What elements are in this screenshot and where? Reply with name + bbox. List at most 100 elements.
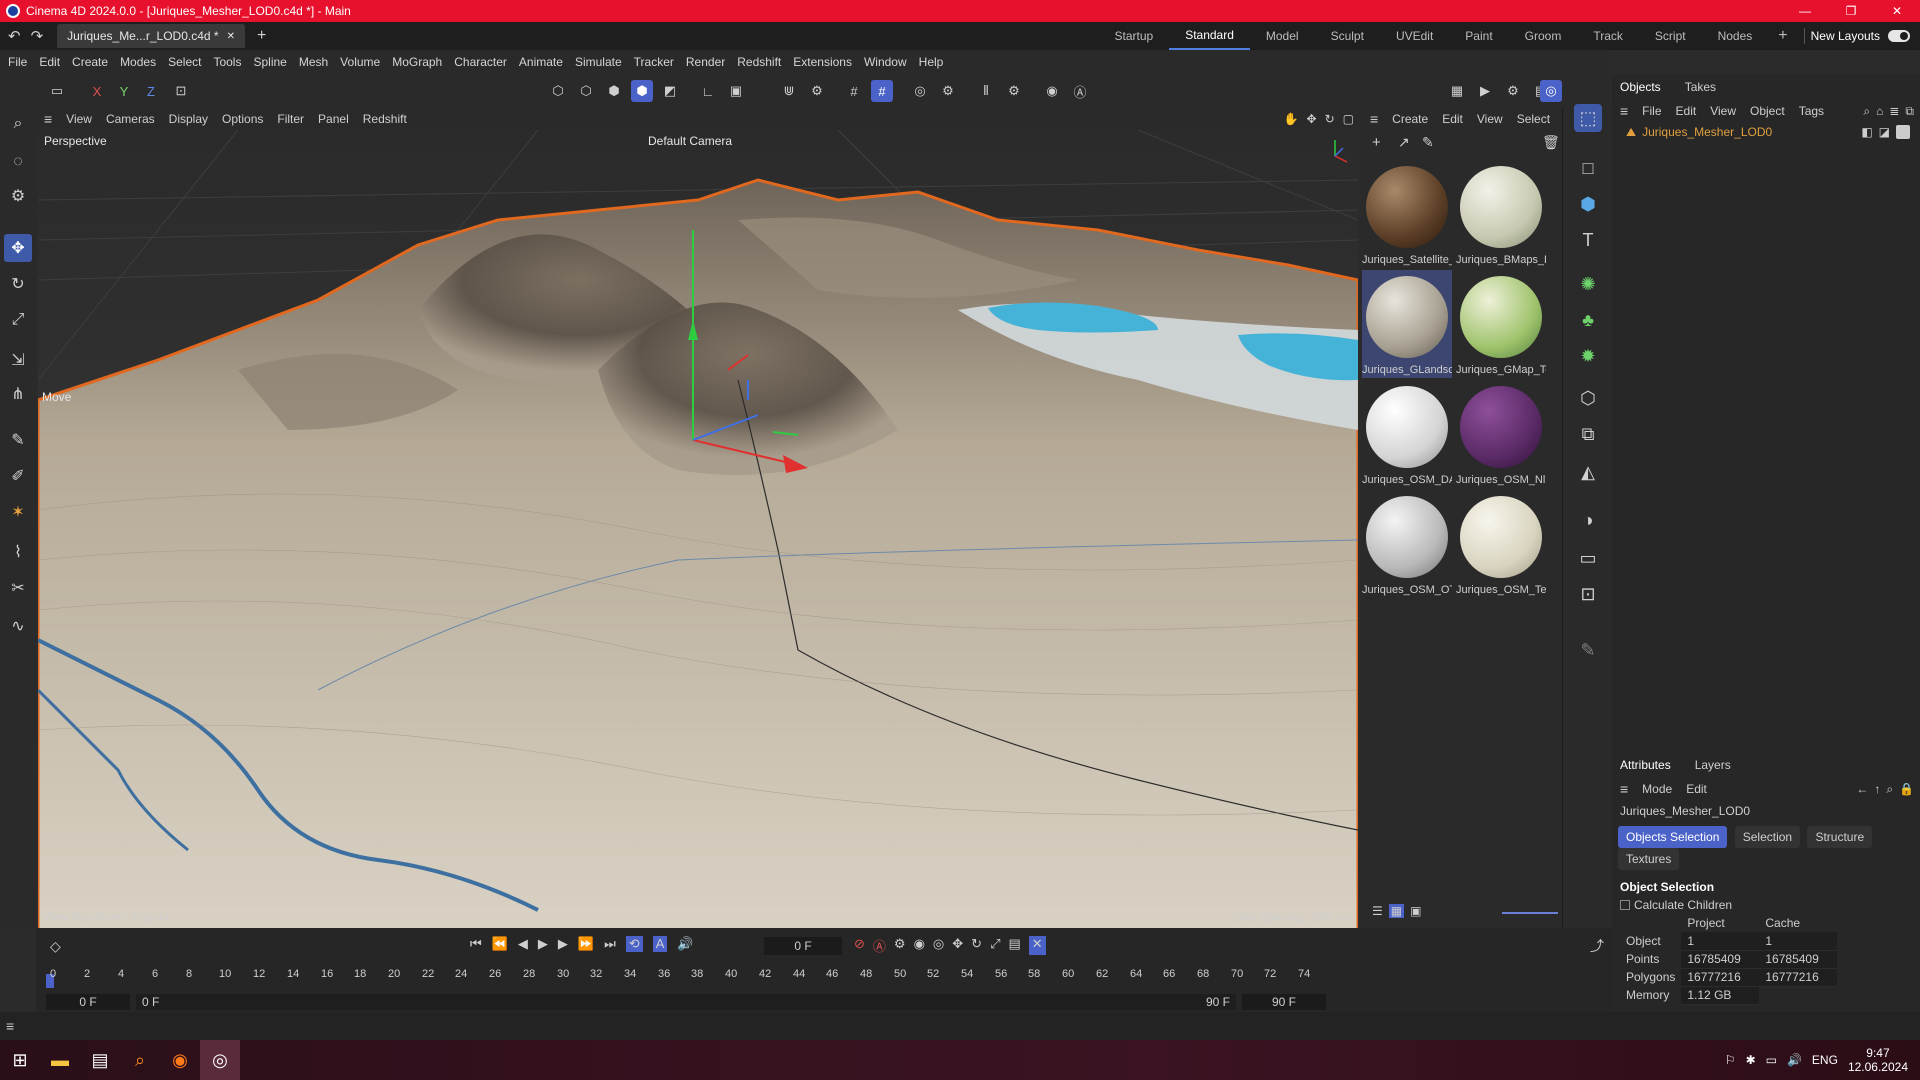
object-menu-view[interactable]: View [1710, 104, 1736, 118]
render-to-picture-viewer-icon[interactable]: ▶ [1474, 80, 1496, 102]
scene-icon[interactable]: ⧉ [1574, 420, 1602, 448]
windows-start-icon[interactable]: ⊞ [0, 1040, 40, 1080]
bluetooth-icon[interactable]: ✱ [1746, 1053, 1756, 1067]
layout-tab-standard[interactable]: Standard [1169, 22, 1250, 50]
go-to-end-icon[interactable]: ⏭ [604, 936, 616, 952]
menu-render[interactable]: Render [686, 55, 725, 69]
phong-tag-icon[interactable]: ◧ [1861, 125, 1872, 139]
video-camera-icon[interactable]: ▭ [1574, 544, 1602, 572]
play-icon[interactable]: ▶ [538, 936, 548, 952]
material-menu-edit[interactable]: Edit [1442, 112, 1463, 126]
menu-volume[interactable]: Volume [340, 55, 380, 69]
list-view-icon[interactable]: ☰ [1372, 904, 1383, 918]
menu-spline[interactable]: Spline [253, 55, 286, 69]
modeling-settings-icon[interactable]: ⚙ [937, 80, 959, 102]
new-layouts-toggle[interactable] [1888, 30, 1910, 42]
move-tool-icon[interactable]: ✥ [4, 234, 32, 262]
menu-mograph[interactable]: MoGraph [392, 55, 442, 69]
material-panel-menu-icon[interactable]: ≡ [1370, 111, 1378, 127]
file-explorer-icon[interactable]: ▬ [40, 1040, 80, 1080]
menu-help[interactable]: Help [919, 55, 944, 69]
mograph-cloner-icon[interactable]: ♣ [1574, 306, 1602, 334]
layout-tab-uvedit[interactable]: UVEdit [1380, 22, 1449, 50]
points-mode-icon[interactable]: ⬡ [547, 80, 569, 102]
model-mode-icon[interactable]: ▭ [46, 80, 68, 102]
minimize-button[interactable]: — [1782, 4, 1828, 18]
keyframe-settings-icon[interactable]: ⚙ [894, 936, 906, 955]
layout-tab-sculpt[interactable]: Sculpt [1315, 22, 1380, 50]
search-icon[interactable]: ⌕ [120, 1040, 160, 1080]
brush-tool-icon[interactable]: ⌇ [4, 538, 32, 566]
material-swatch[interactable]: Juriques_GMap_Te [1456, 270, 1546, 378]
thumbnail-size-slider[interactable] [1502, 912, 1558, 914]
material-menu-select[interactable]: Select [1517, 112, 1550, 126]
texture-mode-icon[interactable]: ▣ [725, 80, 747, 102]
point-level-anim-icon[interactable]: ✕ [1028, 936, 1046, 955]
rotation-key-icon[interactable]: ↻ [971, 936, 982, 955]
back-arrow-icon[interactable]: ← [1856, 782, 1868, 797]
add-material-icon[interactable]: + [1372, 134, 1381, 151]
viewport-panel-menu-icon[interactable]: ≡ [44, 111, 52, 127]
layout-tab-groom[interactable]: Groom [1509, 22, 1578, 50]
snap-settings-icon[interactable]: ⚙ [806, 80, 828, 102]
timeline-ruler[interactable]: 0 2 4 6 8 10 12 14 16 18 20 22 24 26 28 … [46, 966, 1336, 990]
menu-create[interactable]: Create [72, 55, 108, 69]
lock-x-axis-button[interactable]: X [86, 80, 108, 102]
cinema4d-taskbar-icon[interactable]: ◎ [200, 1040, 240, 1080]
object-menu-object[interactable]: Object [1750, 104, 1785, 118]
viewport-menu-cameras[interactable]: Cameras [106, 112, 155, 126]
menu-modes[interactable]: Modes [120, 55, 156, 69]
record-active-icon[interactable]: ⊘ [854, 936, 865, 955]
close-button[interactable]: ✕ [1874, 4, 1920, 18]
snap-magnet-icon[interactable]: ⋓ [778, 80, 800, 102]
object-menu-edit[interactable]: Edit [1676, 104, 1697, 118]
object-mode-icon[interactable]: ⬢ [631, 80, 653, 102]
material-tag-icon[interactable] [1896, 125, 1910, 139]
material-swatch[interactable]: Juriques_OSM_DA [1362, 380, 1452, 488]
menu-redshift[interactable]: Redshift [737, 55, 781, 69]
undo-icon[interactable]: ↶ [8, 27, 21, 45]
viewport-menu-view[interactable]: View [66, 112, 92, 126]
next-frame-icon[interactable]: ▶ [558, 936, 568, 952]
cube-primitive-icon[interactable]: □ [1574, 154, 1602, 182]
symmetry-icon[interactable]: ⫴ [975, 80, 997, 102]
document-tab[interactable]: Juriques_Me...r_LOD0.c4d * ✕ [57, 24, 245, 48]
light-icon[interactable]: ◑ [1574, 506, 1602, 534]
subtab-structure[interactable]: Structure [1807, 826, 1873, 848]
spline-smooth-icon[interactable]: ✶ [4, 498, 32, 526]
add-layout-button[interactable]: + [1768, 22, 1797, 50]
quantize-grid-icon[interactable]: # [871, 80, 893, 102]
tab-objects[interactable]: Objects [1620, 80, 1661, 94]
dolly-view-icon[interactable]: ✥ [1307, 112, 1317, 126]
start-frame-field[interactable]: 0 F [46, 994, 130, 1010]
search-icon[interactable]: ⌕ [1886, 782, 1893, 797]
menu-file[interactable]: File [8, 55, 27, 69]
lock-icon[interactable]: 🔒 [1899, 782, 1914, 797]
attribute-menu-edit[interactable]: Edit [1686, 782, 1707, 796]
material-menu-view[interactable]: View [1477, 112, 1503, 126]
loop-icon[interactable]: ⟲ [625, 936, 643, 952]
firefox-icon[interactable]: ◉ [160, 1040, 200, 1080]
up-arrow-icon[interactable]: ↑ [1874, 782, 1880, 797]
motion-record-icon[interactable]: ◉ [914, 936, 925, 955]
next-key-icon[interactable]: ⏩ [578, 936, 594, 952]
object-menu-tags[interactable]: Tags [1799, 104, 1824, 118]
new-layouts-label[interactable]: New Layouts [1811, 29, 1880, 43]
maximize-button[interactable]: ❐ [1828, 4, 1874, 18]
network-icon[interactable]: ⚐ [1725, 1053, 1736, 1067]
spline-pen-icon[interactable]: ✎ [4, 426, 32, 454]
viewport-menu-redshift[interactable]: Redshift [363, 112, 407, 126]
previous-key-icon[interactable]: ⏪ [492, 936, 508, 952]
3d-viewport[interactable]: Perspective Default Camera Move View Tra… [38, 130, 1358, 930]
keyframe-mode-icon[interactable]: ◇ [50, 938, 61, 955]
large-view-icon[interactable]: ▣ [1410, 904, 1421, 918]
layout-tab-startup[interactable]: Startup [1098, 22, 1169, 50]
attribute-panel-menu-icon[interactable]: ≡ [1620, 781, 1628, 797]
status-menu-icon[interactable]: ≡ [6, 1018, 14, 1034]
render-settings-icon[interactable]: ⚙ [1502, 80, 1524, 102]
close-tab-icon[interactable]: ✕ [227, 31, 235, 42]
menu-simulate[interactable]: Simulate [575, 55, 622, 69]
edges-mode-icon[interactable]: ⬡ [575, 80, 597, 102]
pan-view-icon[interactable]: ✋ [1284, 112, 1299, 126]
clock[interactable]: 9:47 12.06.2024 [1848, 1046, 1908, 1074]
